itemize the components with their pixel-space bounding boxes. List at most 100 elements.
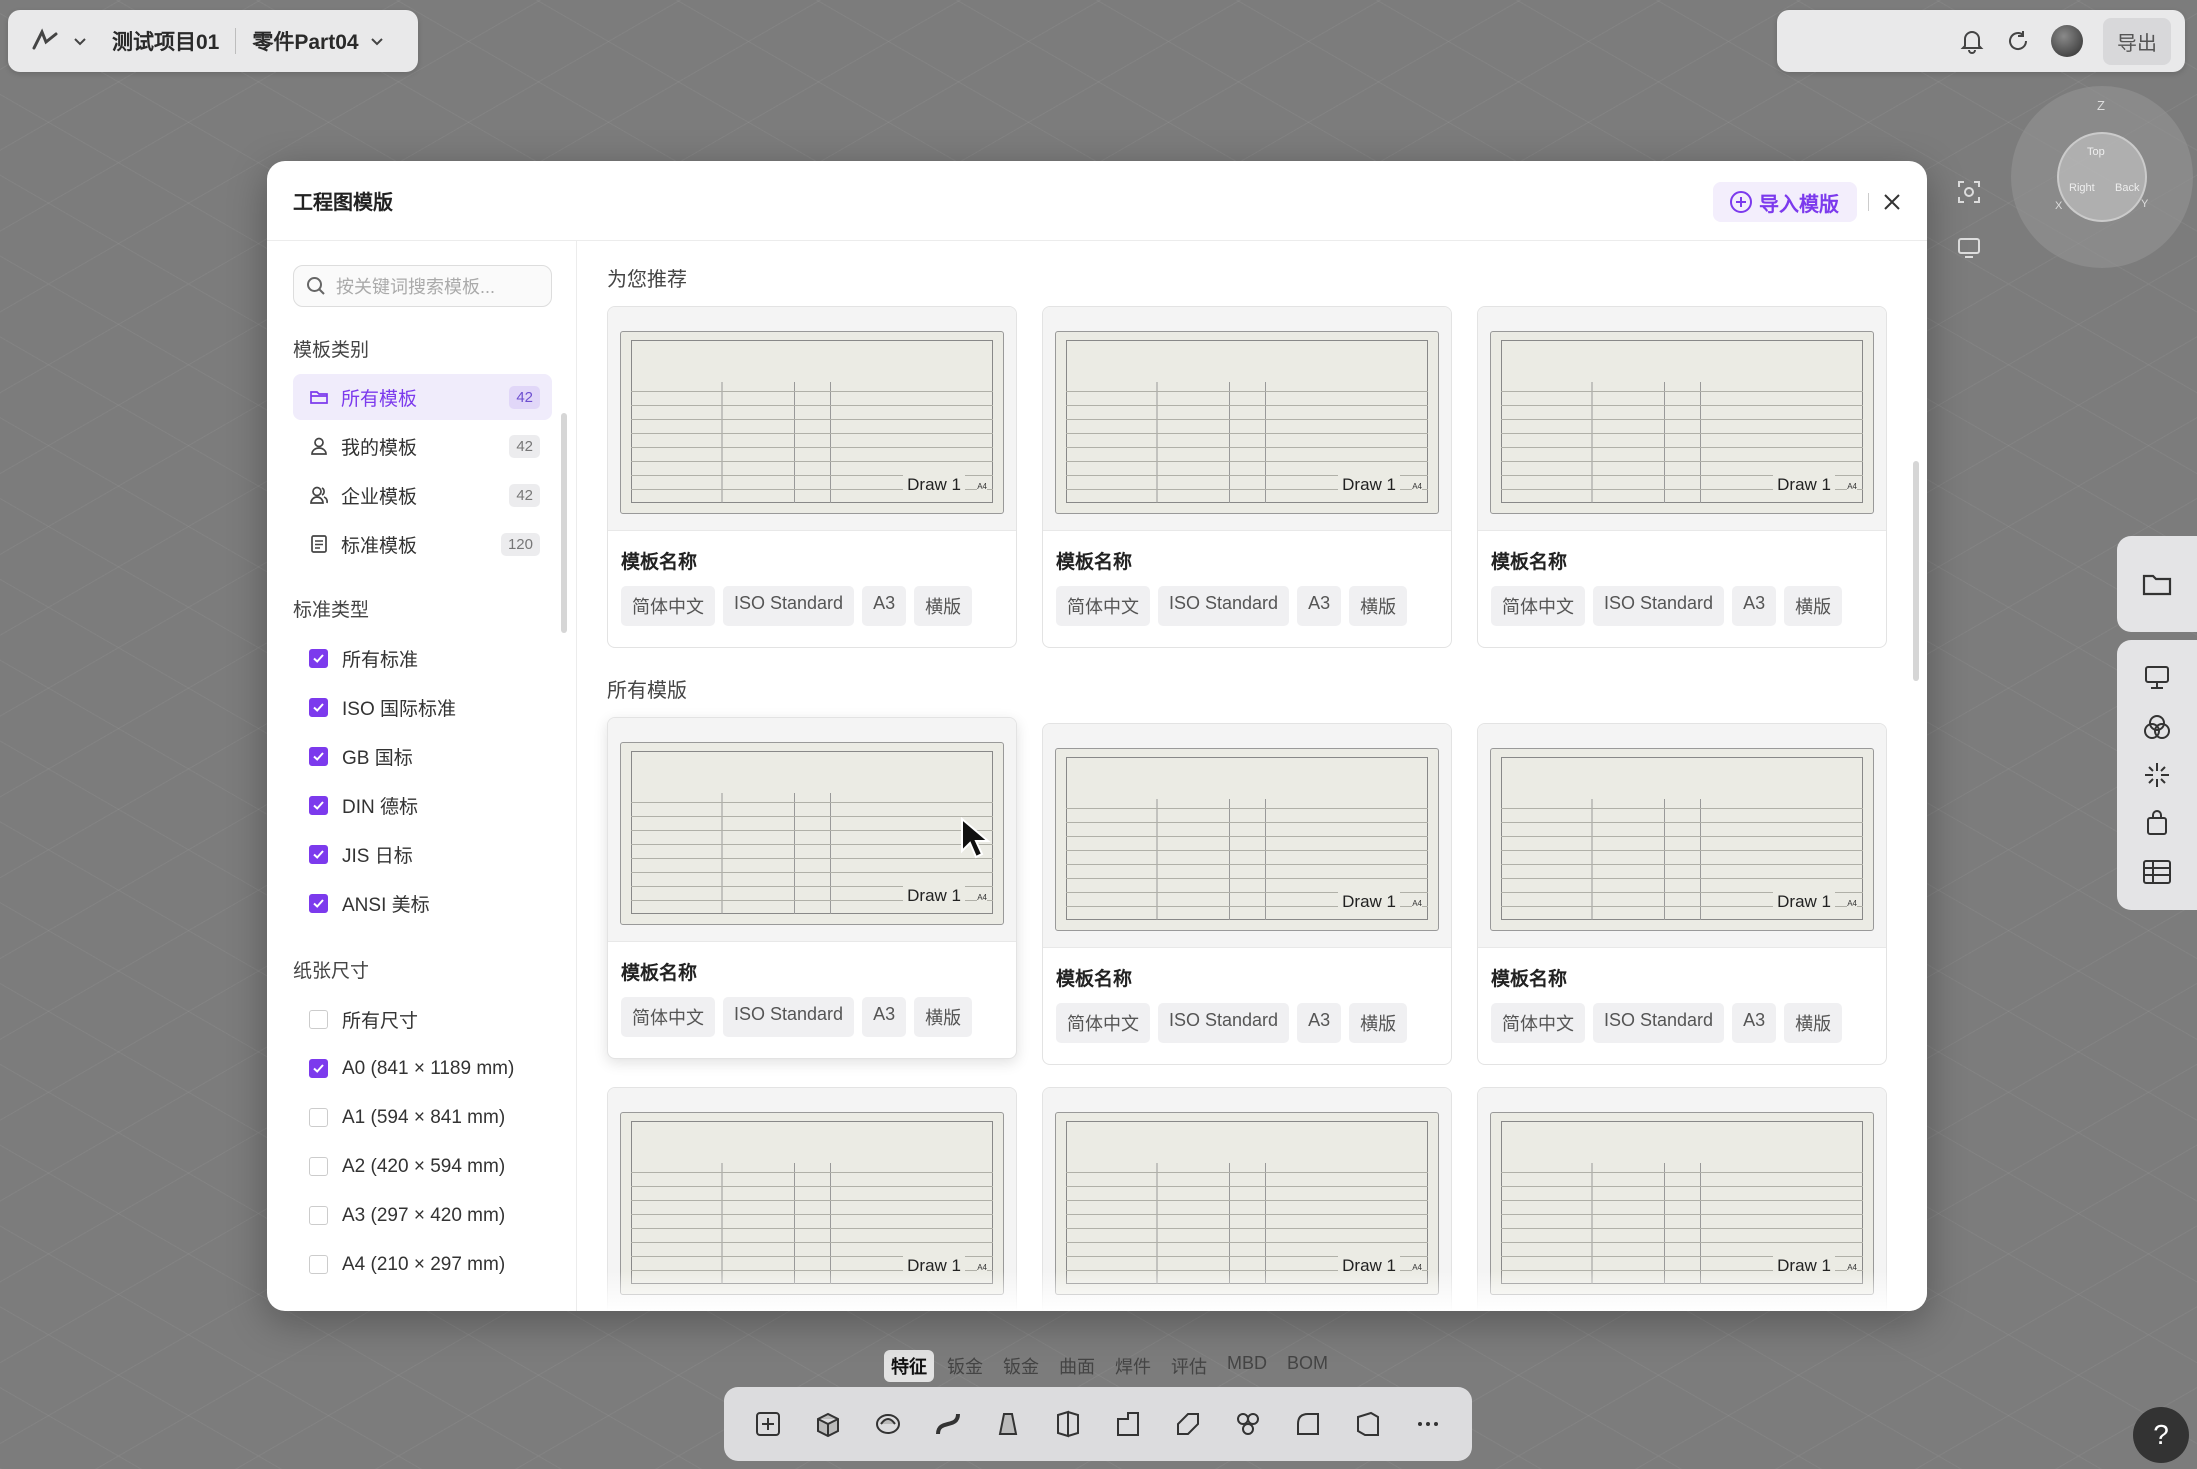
tag: 简体中文 — [1491, 1003, 1585, 1043]
tab-weldment[interactable]: 焊件 — [1108, 1350, 1158, 1382]
checkbox-checked[interactable] — [309, 1059, 328, 1078]
category-all[interactable]: 所有模板 42 — [293, 374, 552, 420]
loft-icon[interactable] — [990, 1406, 1026, 1442]
export-button[interactable]: 导出 — [2103, 17, 2171, 65]
project-name[interactable]: 测试项目01 — [112, 26, 219, 56]
tag-list: 简体中文 ISO Standard A3 横版 — [1491, 1003, 1873, 1043]
extrude-icon[interactable] — [810, 1406, 846, 1442]
avatar[interactable] — [2051, 25, 2083, 57]
standard-filter-item[interactable]: 所有标准 — [293, 634, 552, 683]
paper-size-filter-item[interactable]: A1 (594 × 841 mm) — [293, 1093, 552, 1142]
view-cube-face-right[interactable]: Right — [2069, 182, 2095, 194]
category-enterprise[interactable]: 企业模板 42 — [293, 472, 552, 518]
drawing-label: Draw 1 — [1338, 475, 1400, 495]
tab-sheetmetal[interactable]: 钣金 — [940, 1350, 990, 1382]
standard-filter-item[interactable]: ANSI 美标 — [293, 879, 552, 928]
template-card[interactable]: Draw 1 A4 模板名称简体中文ISO StandardA3横版 — [1042, 306, 1452, 648]
draft-icon[interactable] — [1350, 1406, 1386, 1442]
sync-icon[interactable] — [2005, 28, 2031, 54]
paper-size-filter-item[interactable]: A2 (420 × 594 mm) — [293, 1142, 552, 1191]
bag-icon[interactable] — [2142, 808, 2172, 838]
mouse-cursor-icon — [960, 817, 994, 859]
checkbox-unchecked[interactable] — [309, 1157, 328, 1176]
filter-label: 所有尺寸 — [342, 1011, 419, 1032]
more-icon[interactable] — [1410, 1406, 1446, 1442]
checkbox-unchecked[interactable] — [309, 1255, 328, 1274]
paper-size-filter-item[interactable]: 所有尺寸 — [293, 995, 552, 1044]
standard-filter-item[interactable]: JIS 日标 — [293, 830, 552, 879]
template-thumbnail: Draw 1 A4 — [608, 718, 1016, 942]
boolean-icon[interactable] — [1110, 1406, 1146, 1442]
table-icon[interactable] — [2141, 857, 2173, 887]
shell-icon[interactable] — [1050, 1406, 1086, 1442]
sweep-icon[interactable] — [930, 1406, 966, 1442]
category-label: 所有模板 — [341, 388, 418, 410]
display-mode-icon[interactable] — [1949, 228, 1989, 268]
category-mine[interactable]: 我的模板 42 — [293, 423, 552, 469]
view-cube-axis-y: Y — [2141, 198, 2149, 210]
import-template-label: 导入模版 — [1759, 193, 1839, 216]
checkbox-checked[interactable] — [309, 698, 328, 717]
checkbox-checked[interactable] — [309, 747, 328, 766]
template-card[interactable]: Draw 1 A4 模板名称简体中文ISO StandardA3横版 — [607, 306, 1017, 648]
check-icon — [313, 703, 324, 712]
fillet-icon[interactable] — [1290, 1406, 1326, 1442]
sidebar-scrollbar[interactable] — [561, 413, 567, 633]
appearance-icon[interactable] — [2142, 712, 2172, 742]
chevron-down-icon[interactable] — [369, 33, 385, 49]
fit-view-icon[interactable] — [1949, 172, 1989, 212]
tab-features[interactable]: 特征 — [884, 1350, 934, 1382]
search-input[interactable]: 按关键词搜索模板... — [293, 265, 552, 307]
part-name[interactable]: 零件Part04 — [252, 26, 358, 56]
chamfer-icon[interactable] — [1170, 1406, 1206, 1442]
tab-sheetmetal-2[interactable]: 钣金 — [996, 1350, 1046, 1382]
tab-bom[interactable]: BOM — [1280, 1350, 1335, 1382]
tab-surface[interactable]: 曲面 — [1052, 1350, 1102, 1382]
help-button[interactable]: ? — [2133, 1407, 2189, 1463]
sparkle-icon[interactable] — [2142, 760, 2172, 790]
import-template-button[interactable]: 导入模版 — [1713, 182, 1857, 222]
tab-mbd[interactable]: MBD — [1220, 1350, 1274, 1382]
checkbox-checked[interactable] — [309, 845, 328, 864]
category-standard[interactable]: 标准模板 120 — [293, 521, 552, 567]
drawing-label: Draw 1 — [1773, 892, 1835, 912]
checkbox-checked[interactable] — [309, 894, 328, 913]
template-card[interactable]: Draw 1 A4 模板名称简体中文ISO StandardA3横版 — [1042, 723, 1452, 1065]
template-card[interactable]: Draw 1 A4 模板名称简体中文ISO StandardA3横版 — [1477, 723, 1887, 1065]
filter-label: A4 (210 × 297 mm) — [342, 1253, 506, 1275]
monitor-icon[interactable] — [2142, 663, 2172, 693]
filter-label: A1 (594 × 841 mm) — [342, 1106, 506, 1128]
app-logo-icon[interactable] — [28, 24, 62, 58]
checkbox-unchecked[interactable] — [309, 1206, 328, 1225]
template-card[interactable]: Draw 1 A4 模板名称简体中文ISO StandardA3横版 — [607, 717, 1017, 1059]
checkbox-unchecked[interactable] — [309, 1010, 328, 1029]
tab-evaluate[interactable]: 评估 — [1164, 1350, 1214, 1382]
check-icon — [313, 1064, 324, 1073]
standard-filter-item[interactable]: DIN 德标 — [293, 781, 552, 830]
bell-icon[interactable] — [1959, 28, 1985, 54]
standard-filter-item[interactable]: GB 国标 — [293, 732, 552, 781]
tag: A3 — [1297, 586, 1342, 626]
paper-size-filter-item[interactable]: A3 (297 × 420 mm) — [293, 1191, 552, 1240]
view-cube-face-top[interactable]: Top — [2087, 146, 2105, 158]
add-sketch-icon[interactable] — [750, 1406, 786, 1442]
content-scrollbar[interactable] — [1913, 461, 1919, 681]
view-cube[interactable]: Z Top Right Back X Y — [2011, 86, 2193, 268]
all-templates-heading: 所有模版 — [607, 680, 687, 702]
close-icon[interactable] — [1877, 187, 1907, 217]
standard-filter-item[interactable]: ISO 国际标准 — [293, 683, 552, 732]
right-panel-top — [2117, 536, 2197, 632]
checkbox-checked[interactable] — [309, 796, 328, 815]
revolve-icon[interactable] — [870, 1406, 906, 1442]
template-card[interactable]: Draw 1 A4 模板名称简体中文ISO StandardA3横版 — [1477, 306, 1887, 648]
checkbox-unchecked[interactable] — [309, 1108, 328, 1127]
template-thumbnail: Draw 1 A4 — [608, 307, 1016, 531]
pattern-icon[interactable] — [1230, 1406, 1266, 1442]
paper-size-filter-item[interactable]: A0 (841 × 1189 mm) — [293, 1044, 552, 1093]
tag: ISO Standard — [1158, 1003, 1290, 1043]
folder-icon[interactable] — [2141, 568, 2173, 600]
chevron-down-icon[interactable] — [72, 33, 88, 49]
checkbox-checked[interactable] — [309, 649, 328, 668]
paper-size-filter-item[interactable]: A4 (210 × 297 mm) — [293, 1240, 552, 1289]
view-cube-face-back[interactable]: Back — [2115, 182, 2139, 194]
